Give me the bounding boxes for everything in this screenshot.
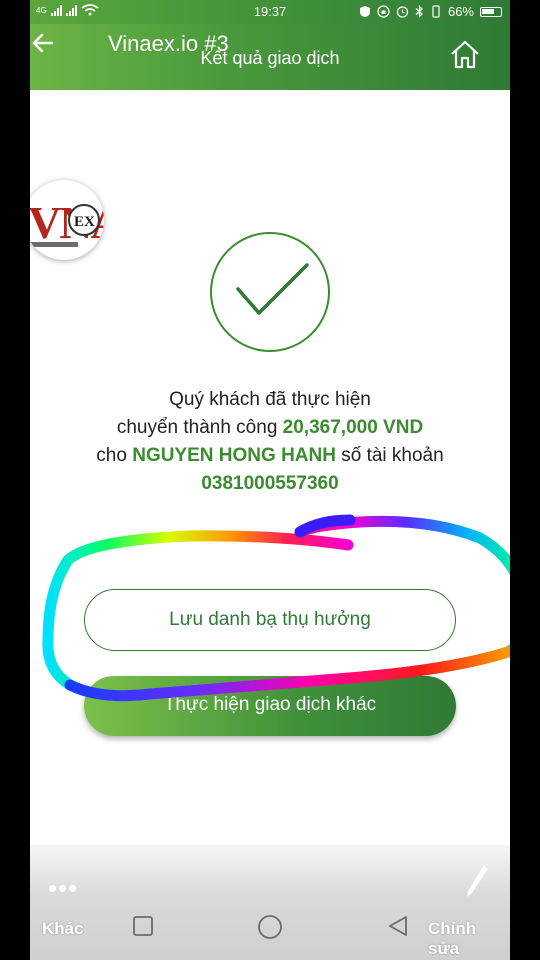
result-line-1: Quý khách đã thực hiện [169,389,371,410]
app-screen: 4G 19:37 66% Vinaex.io #3 Kết quả giao d… [30,0,510,960]
result-line-3: cho NGUYEN HONG HANH số tài khoản [30,442,510,470]
result-line-3-suffix: số tài khoản [335,445,444,466]
lock-rotate-icon [377,5,390,18]
result-line-3-prefix: cho [96,445,133,466]
more-dots-icon[interactable]: ••• [48,873,78,904]
vinaex-logo: VNA EX [30,180,104,260]
home-icon[interactable] [448,38,482,72]
bluetooth-icon [415,5,423,18]
account-number: 0381000557360 [201,473,339,494]
screen-subtitle: Kết quả giao dịch [200,48,340,68]
more-button[interactable]: Khác [42,919,84,939]
shield-icon [359,6,370,17]
svg-text:EX: EX [74,214,95,230]
battery-percent: 66% [447,4,474,19]
app-header: Vinaex.io #3 Kết quả giao dịch [30,24,510,90]
new-transaction-button[interactable]: Thực hiện giao dịch khác [84,676,456,736]
battery-icon [480,6,502,17]
vibrate-icon [432,5,440,18]
edit-button[interactable]: Chỉnh sửa [428,919,510,959]
result-line-2: chuyển thành công 20,367,000 VND [30,414,510,442]
alarm-icon [396,6,409,18]
pen-icon[interactable] [464,863,490,903]
success-check-icon [210,232,330,352]
status-right: 66% [359,4,502,19]
save-beneficiary-button[interactable]: Lưu danh bạ thụ hưởng [84,589,456,651]
back-triangle-icon[interactable] [387,915,409,937]
transfer-result-message: Quý khách đã thực hiện chuyển thành công… [30,386,510,498]
bottom-editor-bar: ••• Khác Chỉnh sửa [30,845,510,960]
recipient-name: NGUYEN HONG HANH [132,445,336,466]
recent-apps-square-icon[interactable] [132,915,154,937]
home-circle-icon[interactable] [257,914,283,940]
status-bar: 4G 19:37 66% [30,0,510,24]
result-line-2-prefix: chuyển thành công [116,417,283,438]
transfer-amount: 20,367,000 VND [282,417,424,438]
